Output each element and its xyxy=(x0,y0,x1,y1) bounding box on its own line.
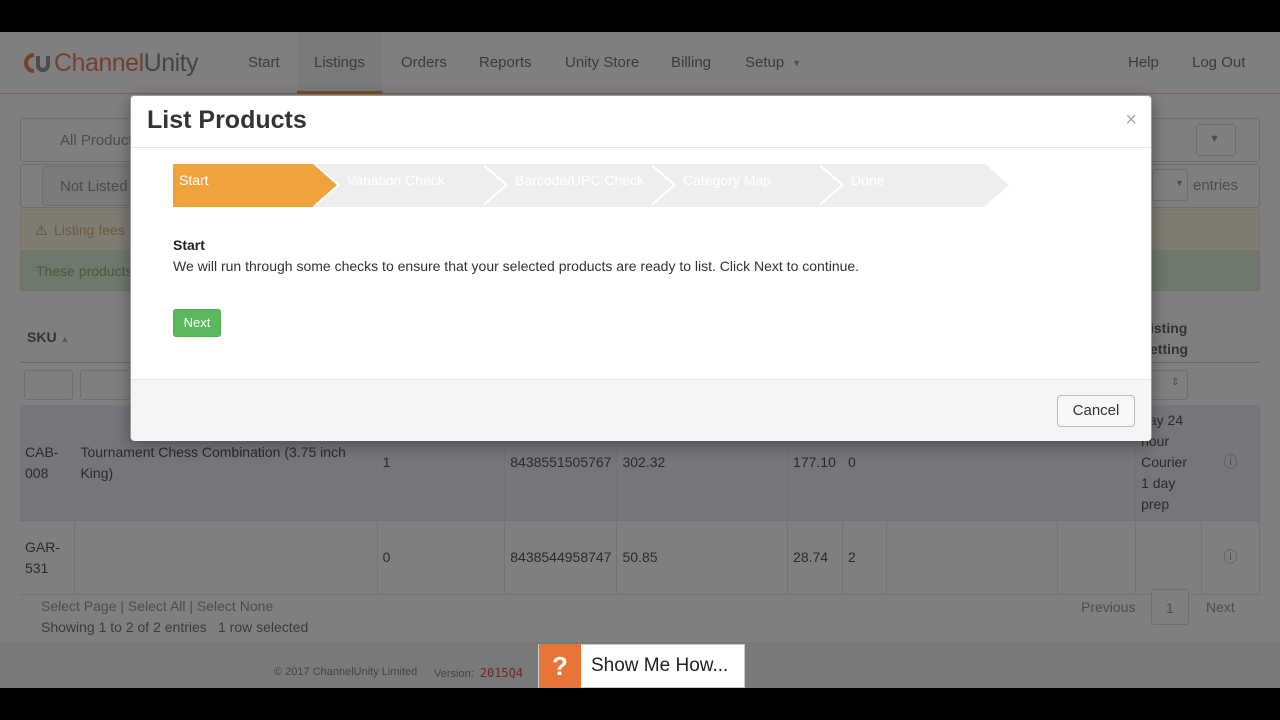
question-icon: ? xyxy=(539,644,581,688)
wizard-steps: Start Variation Check Barcode/UPC Check … xyxy=(173,164,1033,207)
show-me-how-label: Show Me How... xyxy=(591,655,729,676)
step-label: Variation Check xyxy=(347,172,445,188)
modal-footer: Cancel xyxy=(131,379,1151,441)
next-button[interactable]: Next xyxy=(173,309,221,337)
step-start: Start xyxy=(173,164,340,207)
step-label: Done xyxy=(851,172,885,188)
step-label: Category Map xyxy=(683,172,771,188)
modal-header: List Products × xyxy=(131,96,1151,148)
modal-title: List Products xyxy=(147,106,307,134)
step-content-title: Start xyxy=(173,237,205,253)
close-icon[interactable]: × xyxy=(1125,110,1137,130)
step-label: Barcode/UPC Check xyxy=(515,172,645,188)
step-content-text: We will run through some checks to ensur… xyxy=(173,258,860,274)
step-label: Start xyxy=(179,172,209,188)
list-products-modal: List Products × Start Variation Check Ba… xyxy=(130,95,1152,441)
browser-viewport: ChannelUnity Start Listings Orders Repor… xyxy=(0,32,1280,688)
cancel-button[interactable]: Cancel xyxy=(1057,395,1135,427)
show-me-how-button[interactable]: ? Show Me How... xyxy=(538,644,745,688)
